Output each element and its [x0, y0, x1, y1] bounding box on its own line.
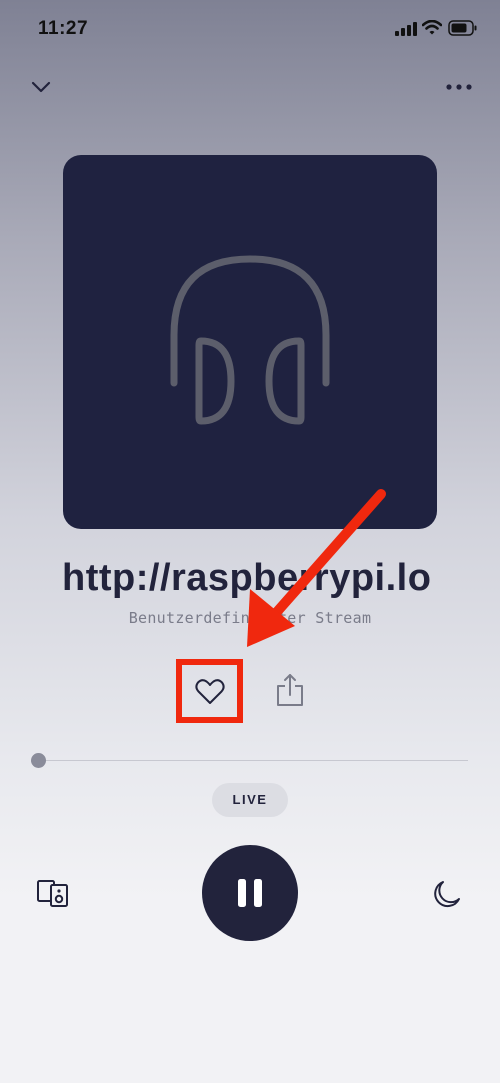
more-horizontal-icon[interactable]	[444, 80, 474, 94]
progress-track[interactable]	[38, 760, 468, 761]
status-time: 11:27	[38, 18, 89, 39]
favorite-highlight-box	[176, 659, 243, 723]
share-icon[interactable]	[275, 673, 305, 707]
headphones-icon	[170, 255, 330, 425]
moon-icon[interactable]	[430, 878, 462, 910]
station-subtitle: Benutzerdefinierter Stream	[128, 609, 372, 627]
wifi-icon	[422, 20, 442, 35]
cellular-signal-icon	[395, 22, 417, 36]
pause-icon	[238, 879, 262, 907]
station-artwork	[63, 155, 437, 529]
station-title: http://raspberrypi.lo	[62, 557, 432, 599]
chevron-down-icon[interactable]	[28, 74, 54, 100]
play-pause-button[interactable]	[202, 845, 298, 941]
speaker-devices-icon[interactable]	[36, 877, 70, 909]
progress-knob[interactable]	[30, 753, 46, 768]
live-badge: LIVE	[212, 783, 288, 817]
battery-icon	[448, 20, 477, 36]
title-container: http://raspberrypi.lo	[0, 557, 452, 609]
